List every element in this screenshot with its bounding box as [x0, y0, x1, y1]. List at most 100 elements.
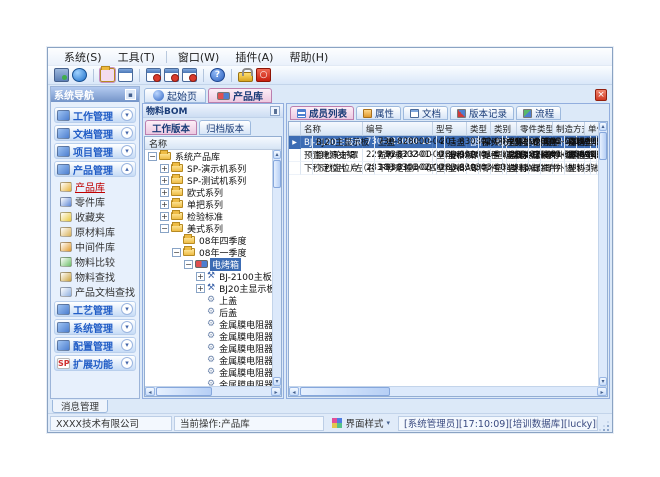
tree-node-后盖[interactable]: ⚙后盖 — [145, 306, 272, 318]
column-header-制造方式[interactable]: 制造方式 — [553, 122, 585, 136]
scroll-left-icon[interactable]: ◂ — [145, 387, 155, 396]
tab-工作版本[interactable]: 工作版本 — [145, 120, 197, 135]
menu-item-0[interactable]: 系统(S) — [56, 48, 110, 66]
sidebar-section-工作管理[interactable]: 工作管理▾ — [54, 107, 136, 123]
sidebar-section-产品管理[interactable]: 产品管理▴ — [54, 161, 136, 177]
tab-归档版本[interactable]: 归档版本 — [199, 120, 251, 135]
help-icon[interactable]: ? — [210, 68, 225, 82]
tab-文档[interactable]: 文档 — [403, 106, 448, 120]
menu-item-2[interactable]: 窗口(W) — [170, 48, 227, 66]
chevron-down-icon[interactable]: ▾ — [121, 127, 133, 139]
tree-node-金属膜电阻器[interactable]: ⚙金属膜电阻器 — [145, 354, 272, 366]
tree-node-金属膜电阻器[interactable]: ⚙金属膜电阻器 — [145, 342, 272, 354]
scroll-thumb[interactable] — [156, 387, 212, 396]
sidebar-item-物料查找[interactable]: 物料查找 — [53, 269, 137, 284]
sidebar-item-收藏夹[interactable]: 收藏夹 — [53, 209, 137, 224]
expand-icon[interactable]: + — [160, 164, 169, 173]
table-row[interactable]: 下秒定位片（四）283-830303-00X塑料ABS零件塑料类标准件外协条 — [363, 162, 598, 175]
lock-icon[interactable] — [238, 72, 253, 82]
tree-node-金属膜电阻器[interactable]: ⚙金属膜电阻器 — [145, 330, 272, 342]
table-row[interactable]: 长磁头支架229-823401-00X塑料ABS零件塑料类标准件外协条 — [585, 136, 598, 149]
expand-icon[interactable]: + — [160, 212, 169, 221]
collapse-icon[interactable]: − — [148, 152, 157, 161]
collapse-icon[interactable]: − — [172, 248, 181, 257]
expand-icon[interactable]: + — [160, 188, 169, 197]
tree-node-金属膜电阻器[interactable]: ⚙金属膜电阻器 — [145, 366, 272, 378]
pin-icon[interactable] — [270, 106, 280, 116]
menu-item-3[interactable]: 插件(A) — [227, 48, 281, 66]
tree-node-BJ-2100主板单点[interactable]: +⚒BJ-2100主板单点 — [145, 270, 272, 282]
table-horizontal-scrollbar[interactable]: ◂ ▸ — [289, 386, 607, 396]
sidebar-section-系统管理[interactable]: 系统管理▾ — [54, 319, 136, 335]
tree-node-上盖[interactable]: ⚙上盖 — [145, 294, 272, 306]
doc-tab-产品库[interactable]: 产品库 — [208, 88, 272, 103]
scroll-left-icon[interactable]: ◂ — [289, 387, 299, 396]
chevron-down-icon[interactable]: ▾ — [121, 339, 133, 351]
scroll-right-icon[interactable]: ▸ — [597, 387, 607, 396]
scroll-down-icon[interactable]: ▾ — [273, 377, 281, 386]
tree-node-电烤箱[interactable]: −电烤箱 — [145, 258, 272, 270]
tree-node-08年四季度[interactable]: 08年四季度 — [145, 234, 272, 246]
window-doc-1-icon[interactable] — [146, 68, 161, 82]
sidebar-item-物料比较[interactable]: 物料比较 — [53, 254, 137, 269]
tab-message-management[interactable]: 消息管理 — [52, 400, 108, 413]
sidebar-section-配置管理[interactable]: 配置管理▾ — [54, 337, 136, 353]
expand-icon[interactable]: + — [196, 284, 205, 293]
collapse-icon[interactable]: − — [184, 260, 193, 269]
sidebar-section-工艺管理[interactable]: 工艺管理▾ — [54, 301, 136, 317]
tree-node-欧式系列[interactable]: +欧式系列 — [145, 186, 272, 198]
collapse-icon[interactable]: − — [160, 224, 169, 233]
scroll-up-icon[interactable]: ▴ — [273, 150, 281, 159]
column-header-单位[interactable]: 单位 — [585, 122, 598, 136]
tree-node-美式系列[interactable]: −美式系列 — [145, 222, 272, 234]
window-doc-2-icon[interactable] — [164, 68, 179, 82]
scroll-up-icon[interactable]: ▴ — [599, 122, 607, 131]
sidebar-item-中间件库[interactable]: 中间件库 — [53, 239, 137, 254]
column-header-零件类型[interactable]: 零件类型 — [517, 122, 553, 136]
tree-node-检验标准[interactable]: +检验标准 — [145, 210, 272, 222]
expand-icon[interactable]: + — [160, 176, 169, 185]
window-layout-icon[interactable] — [118, 68, 133, 82]
column-header-类型[interactable]: 类型 — [467, 122, 491, 136]
menu-item-4[interactable]: 帮助(H) — [281, 48, 336, 66]
close-icon[interactable]: × — [595, 89, 607, 101]
sidebar-section-扩展功能[interactable]: SP扩展功能▾ — [54, 355, 136, 371]
expand-icon[interactable]: + — [196, 272, 205, 281]
scroll-thumb[interactable] — [300, 387, 390, 396]
tree-node-SP-测试机系列[interactable]: +SP-测试机系列 — [145, 174, 272, 186]
tree-vertical-scrollbar[interactable]: ▴ ▾ — [272, 150, 281, 386]
tree-node-金属膜电阻器[interactable]: ⚙金属膜电阻器 — [145, 318, 272, 330]
resize-grip[interactable] — [600, 422, 610, 432]
chevron-down-icon[interactable]: ▾ — [121, 109, 133, 121]
tree-node-金属膜电阻器[interactable]: ⚙金属膜电阻器 — [145, 378, 272, 386]
menu-item-1[interactable]: 工具(T) — [110, 48, 163, 66]
tree-node-08年一季度[interactable]: −08年一季度 — [145, 246, 272, 258]
tab-版本记录[interactable]: 版本记录 — [450, 106, 514, 120]
column-header-名称[interactable]: 名称 — [301, 122, 363, 136]
scroll-thumb[interactable] — [273, 160, 281, 188]
tab-属性[interactable]: 属性 — [356, 106, 401, 120]
doc-tab-起始页[interactable]: 起始页 — [144, 88, 206, 103]
chevron-down-icon[interactable]: ▾ — [121, 303, 133, 315]
sidebar-section-项目管理[interactable]: 项目管理▾ — [54, 143, 136, 159]
chevron-down-icon[interactable]: ▾ — [121, 321, 133, 333]
table-row[interactable]: 上电源座259-839403-00X塑料ABS零件塑料类标准件外协条 — [585, 149, 598, 162]
scroll-down-icon[interactable]: ▾ — [599, 377, 607, 386]
table-vertical-scrollbar[interactable]: ▴ ▾ — [598, 122, 607, 386]
sidebar-item-原材料库[interactable]: 原材料库 — [53, 224, 137, 239]
workspace-icon[interactable] — [54, 68, 69, 82]
tree-column-header[interactable]: 名称 — [145, 137, 281, 150]
column-header-型号[interactable]: 型号 — [433, 122, 467, 136]
tree-node-单把系列[interactable]: +单把系列 — [145, 198, 272, 210]
tab-流程[interactable]: 流程 — [516, 106, 561, 120]
tree-node-SP-演示机系列[interactable]: +SP-演示机系列 — [145, 162, 272, 174]
tree-horizontal-scrollbar[interactable]: ◂ ▸ — [145, 386, 281, 396]
chevron-up-icon[interactable]: ▴ — [121, 163, 133, 175]
tree-node-系统产品库[interactable]: −系统产品库 — [145, 150, 272, 162]
sidebar-item-零件库[interactable]: 零件库 — [53, 194, 137, 209]
globe-icon[interactable] — [72, 68, 87, 82]
column-header-类别[interactable]: 类别 — [491, 122, 517, 136]
window-doc-3-icon[interactable] — [182, 68, 197, 82]
tab-成员列表[interactable]: 成员列表 — [290, 106, 354, 120]
exit-icon[interactable]: ○ — [256, 68, 271, 82]
